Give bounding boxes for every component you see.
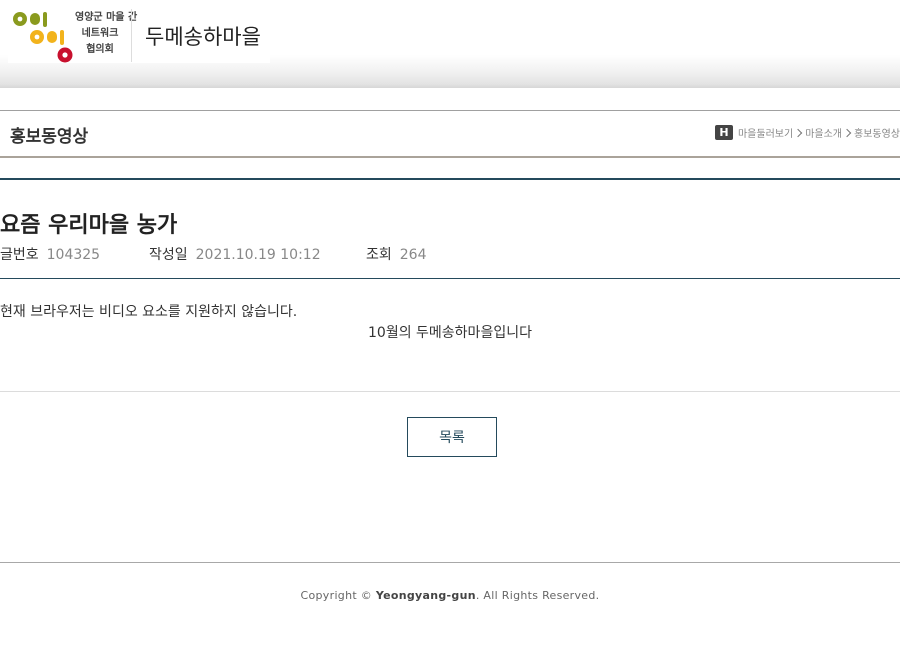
- meta-value: 2021.10.19 10:12: [195, 247, 321, 263]
- footer-divider: [0, 562, 900, 563]
- logo-line: 네트워크: [81, 28, 119, 39]
- site-title[interactable]: 두메송하마을: [145, 21, 261, 51]
- page-title: 홍보동영상: [10, 127, 89, 147]
- meta-label: 조회: [366, 247, 392, 263]
- copyright-prefix: Copyright ©: [300, 589, 376, 602]
- logo-line: 영양군 마을 간: [75, 12, 138, 23]
- post-number: 글번호 104325: [0, 244, 100, 264]
- meta-label: 글번호: [0, 247, 39, 263]
- meta-divider: [0, 278, 900, 279]
- video-fallback-text: 현재 브라우저는 비디오 요소를 지원하지 않습니다.: [0, 304, 298, 320]
- copyright: Copyright © Yeongyang-gun. All Rights Re…: [0, 589, 900, 602]
- breadcrumb: H 마을둘러보기 마을소개 홍보동영상: [714, 125, 900, 140]
- post-title: 요즘 우리마을 농가: [0, 213, 178, 238]
- meta-value: 104325: [46, 247, 101, 263]
- site-header: 영양군 마을 간 네트워크 협의회 두메송하마을: [0, 0, 900, 88]
- post-views: 조회 264: [366, 244, 427, 264]
- breadcrumb-item[interactable]: 마을소개: [805, 125, 842, 140]
- content-divider: [0, 391, 900, 392]
- logo-text: 영양군 마을 간 네트워크 협의회: [75, 10, 138, 58]
- post-date: 작성일 2021.10.19 10:12: [149, 244, 321, 264]
- network-logo-icon: [13, 12, 73, 63]
- logo-divider: [131, 9, 132, 62]
- meta-value: 264: [399, 247, 427, 263]
- list-button[interactable]: 목록: [407, 417, 497, 457]
- breadcrumb-item-current[interactable]: 홍보동영상: [854, 125, 900, 140]
- home-icon[interactable]: H: [714, 125, 733, 140]
- breadcrumb-item[interactable]: 마을둘러보기: [738, 125, 793, 140]
- content-top-divider: [0, 178, 900, 180]
- page-title-bar: 홍보동영상 H 마을둘러보기 마을소개 홍보동영상: [0, 110, 900, 158]
- chevron-right-icon: [842, 128, 852, 137]
- logo-line: 협의회: [86, 44, 114, 55]
- chevron-right-icon: [793, 128, 803, 137]
- post-caption: 10월의 두메송하마을입니다: [368, 325, 532, 341]
- copyright-suffix: . All Rights Reserved.: [475, 589, 600, 602]
- copyright-brand: Yeongyang-gun: [375, 589, 476, 602]
- meta-label: 작성일: [149, 247, 188, 263]
- logo-link[interactable]: 영양군 마을 간 네트워크 협의회 두메송하마을: [8, 8, 270, 63]
